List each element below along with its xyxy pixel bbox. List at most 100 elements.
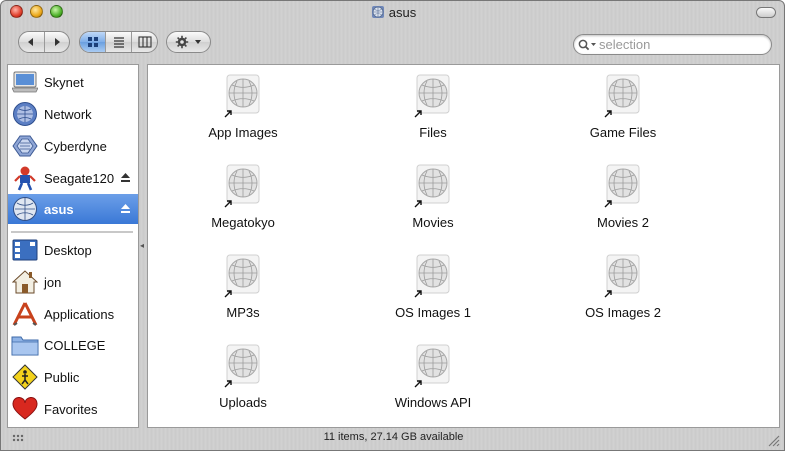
network-alias-icon: [224, 74, 260, 118]
list-view-button[interactable]: [106, 32, 132, 52]
network-alias-icon: [414, 254, 450, 298]
file-item[interactable]: Megatokyo: [168, 155, 318, 235]
network-alias-icon: [604, 254, 640, 298]
sidebar-item-label: Favorites: [44, 401, 98, 417]
file-name: Uploads: [219, 395, 267, 410]
file-name: Movies 2: [596, 215, 650, 230]
title-bar[interactable]: asus: [1, 1, 784, 25]
file-item[interactable]: Files: [358, 65, 508, 145]
file-name: Windows API: [394, 395, 472, 410]
search-input[interactable]: [599, 37, 759, 52]
back-arrow-icon: [28, 38, 34, 46]
file-name: OS Images 1: [395, 305, 471, 320]
sidebar-item-label: Network: [44, 106, 92, 122]
file-name: Megatokyo: [211, 215, 275, 230]
sidebar-item-desktop[interactable]: Desktop: [8, 235, 138, 265]
sidebar-item-cyberdyne[interactable]: Cyberdyne: [8, 131, 138, 161]
eject-icon[interactable]: [120, 172, 131, 183]
sidebar: Skynet Network Cyberdyne Seagate120 asus…: [7, 64, 139, 428]
sidebar-item-label: Applications: [44, 306, 115, 322]
sidebar-item-public[interactable]: Public: [8, 362, 138, 392]
sidebar-item-favorites[interactable]: Favorites: [8, 394, 138, 424]
sidebar-item-label: COLLEGE: [44, 337, 106, 353]
icon-view-button[interactable]: [80, 32, 106, 52]
sidebar-item-label: Cyberdyne: [44, 138, 107, 154]
search-icon: [577, 39, 599, 51]
columns-icon: [137, 36, 152, 48]
status-bar: 11 items, 27.14 GB available: [1, 428, 784, 450]
file-icon-view: App Images Files Game Files Megatokyo Mo…: [147, 64, 780, 428]
file-item[interactable]: App Images: [168, 65, 318, 145]
view-button-group: [79, 31, 158, 53]
chevron-down-icon: [195, 40, 201, 44]
file-item[interactable]: Uploads: [168, 335, 318, 415]
sidebar-item-label: Skynet: [44, 74, 84, 90]
network-globe-icon: [11, 100, 39, 128]
file-name: OS Images 2: [585, 305, 661, 320]
sidebar-item-label: asus: [44, 201, 74, 217]
status-text: 11 items, 27.14 GB available: [323, 431, 464, 443]
sidebar-item-applications[interactable]: Applications: [8, 299, 138, 329]
sidebar-item-network[interactable]: Network: [8, 99, 138, 129]
sidebar-item-label: Desktop: [44, 242, 92, 258]
file-item[interactable]: Windows API: [358, 335, 508, 415]
file-name: Files: [419, 125, 447, 140]
file-name: Movies: [412, 215, 454, 230]
sidebar-item-seagate120[interactable]: Seagate120: [8, 163, 138, 193]
action-menu-button[interactable]: [166, 31, 211, 53]
file-item[interactable]: Game Files: [548, 65, 698, 145]
column-view-button[interactable]: [132, 32, 157, 52]
network-volume-icon: [11, 195, 39, 223]
network-alias-icon: [224, 344, 260, 388]
back-button[interactable]: [19, 32, 45, 52]
forward-arrow-icon: [54, 38, 60, 46]
sidebar-item-asus[interactable]: asus: [8, 194, 138, 224]
file-item[interactable]: OS Images 1: [358, 245, 508, 325]
network-alias-icon: [604, 74, 640, 118]
sidebar-item-college[interactable]: COLLEGE: [8, 330, 138, 360]
toolbar-toggle-button[interactable]: [756, 7, 776, 18]
sidebar-divider: [11, 231, 133, 234]
gear-icon: [175, 35, 189, 49]
forward-button[interactable]: [45, 32, 70, 52]
window-title-text: asus: [388, 5, 417, 20]
file-name: App Images: [208, 125, 278, 140]
resize-grip-icon[interactable]: [766, 433, 780, 447]
eject-icon[interactable]: [120, 203, 131, 214]
sidebar-item-label: jon: [44, 274, 62, 290]
server-icon: [11, 132, 39, 160]
desktop-icon: [11, 236, 39, 264]
search-field[interactable]: [573, 34, 772, 55]
applications-icon: [11, 300, 39, 328]
network-alias-icon: [414, 344, 450, 388]
home-icon: [11, 268, 39, 296]
nav-button-group: [18, 31, 70, 53]
sidebar-item-jon[interactable]: jon: [8, 267, 138, 297]
window-title: asus: [1, 5, 784, 20]
network-alias-icon: [414, 164, 450, 208]
network-volume-icon: [371, 6, 384, 18]
network-alias-icon: [604, 164, 640, 208]
sidebar-item-label: Seagate120: [44, 170, 115, 186]
action-seg: [167, 32, 210, 52]
public-sign-icon: [11, 363, 39, 391]
file-item[interactable]: Movies 2: [548, 155, 698, 235]
sidebar-item-skynet[interactable]: Skynet: [8, 67, 138, 97]
computer-icon: [11, 68, 39, 96]
network-alias-icon: [224, 164, 260, 208]
folder-icon: [11, 331, 39, 359]
file-item[interactable]: MP3s: [168, 245, 318, 325]
network-alias-icon: [224, 254, 260, 298]
network-alias-icon: [414, 74, 450, 118]
sidebar-item-label: Public: [44, 369, 80, 385]
icon-grid-icon: [87, 37, 98, 47]
file-item[interactable]: OS Images 2: [548, 245, 698, 325]
file-item[interactable]: Movies: [358, 155, 508, 235]
heart-icon: [11, 395, 39, 423]
finder-window: asus selection Skynet Network Cyberdyne …: [0, 0, 785, 451]
file-name: Game Files: [589, 125, 657, 140]
list-lines-icon: [113, 37, 124, 48]
sidebar-resize-handle[interactable]: ◂: [140, 241, 146, 250]
robot-drive-icon: [11, 164, 39, 192]
file-name: MP3s: [226, 305, 260, 320]
